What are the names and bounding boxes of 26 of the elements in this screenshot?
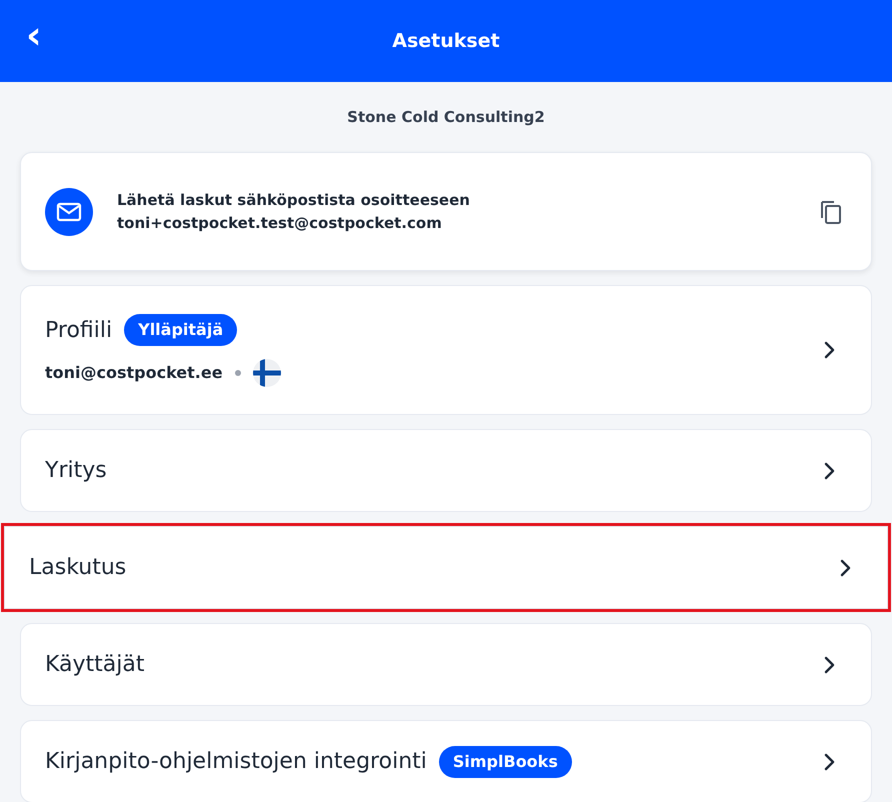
- mail-icon: [45, 188, 93, 236]
- settings-row[interactable]: Käyttäjät: [20, 623, 872, 706]
- row-title: Profiili: [45, 316, 112, 344]
- chevron-right-icon: [823, 656, 835, 674]
- chevron-right-icon: [823, 752, 835, 770]
- email-label: Lähetä laskut sähköpostista osoitteeseen: [117, 190, 471, 211]
- chevron-right-icon: [823, 341, 835, 359]
- role-badge: Ylläpitäjä: [124, 314, 238, 346]
- chevron-right-icon: [823, 462, 835, 480]
- settings-row[interactable]: Kirjanpito-ohjelmistojen integrointi SimplBooks: [20, 720, 872, 802]
- row-title: Kirjanpito-ohjelmistojen integrointi: [45, 748, 427, 776]
- settings-row[interactable]: Laskutus: [4, 526, 888, 609]
- settings-row[interactable]: Yritys: [20, 429, 872, 512]
- profile-email: toni@costpocket.ee: [45, 362, 223, 384]
- invoice-email-address: toni+costpocket.test@costpocket.com: [117, 212, 443, 234]
- role-badge: SimplBooks: [438, 746, 572, 778]
- finland-flag-icon: [252, 358, 281, 386]
- settings-row[interactable]: Profiili Ylläpitäjä toni@costpocket.ee: [20, 285, 872, 415]
- row-title: Yritys: [45, 457, 107, 485]
- copy-icon[interactable]: [819, 198, 843, 224]
- company-name: Stone Cold Consulting2: [347, 106, 545, 128]
- back-button[interactable]: ‹: [26, 16, 42, 54]
- row-title: Laskutus: [29, 554, 126, 582]
- row-title: Käyttäjät: [45, 651, 144, 679]
- page-title: Asetukset: [392, 28, 500, 54]
- chevron-right-icon: [839, 558, 851, 576]
